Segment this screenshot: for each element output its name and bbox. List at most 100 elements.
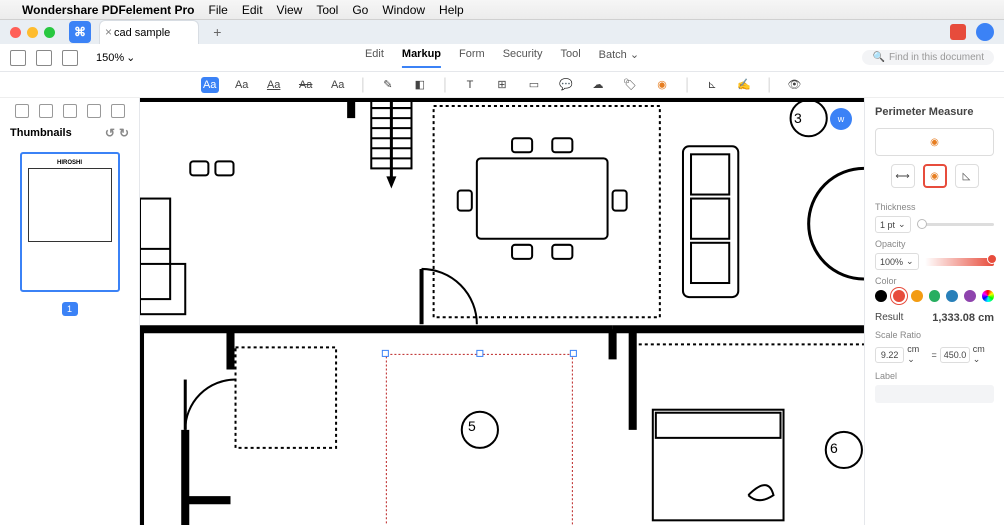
- thumbnail-page-number: 1: [62, 302, 78, 316]
- tag-tool-icon[interactable]: 🏷: [621, 77, 639, 93]
- zoom-value: 150%: [96, 52, 124, 64]
- node-label-3: 3: [794, 110, 802, 126]
- maximize-window[interactable]: [44, 27, 55, 38]
- text-tool-1[interactable]: Aa: [233, 77, 251, 93]
- scale-from-unit[interactable]: cm ⌄: [907, 344, 928, 365]
- document-canvas[interactable]: 3 5 6: [140, 98, 864, 525]
- properties-panel: Perimeter Measure ◉ ⟷ ◉ ◺ Thickness 1 pt…: [864, 98, 1004, 525]
- left-panel: Thumbnails ↺ ↻ HIROSHI 1: [0, 98, 140, 525]
- thickness-select[interactable]: 1 pt⌄: [875, 216, 911, 233]
- floorplan-drawing: [140, 98, 864, 525]
- scale-to-unit[interactable]: cm ⌄: [973, 344, 994, 365]
- text-tool-strikethrough[interactable]: Aa: [297, 77, 315, 93]
- toolbar: 150% ⌄ Edit Markup Form Security Tool Ba…: [0, 44, 1004, 72]
- titlebar: ⌘ × cad sample +: [0, 20, 1004, 44]
- cloud-tool-icon[interactable]: ☁: [589, 77, 607, 93]
- measure-tool-icon[interactable]: ◉: [653, 77, 671, 93]
- tab-title: cad sample: [114, 27, 170, 39]
- attachments-icon[interactable]: [111, 104, 125, 118]
- node-label-6: 6: [830, 440, 838, 456]
- opacity-select[interactable]: 100%⌄: [875, 253, 919, 270]
- distance-measure-tool[interactable]: ⟷: [891, 164, 915, 188]
- swatch-black[interactable]: [875, 290, 887, 302]
- app-logo-icon: ⌘: [69, 21, 91, 43]
- menu-help[interactable]: Help: [439, 3, 464, 17]
- view-list-icon[interactable]: [62, 50, 78, 66]
- mac-menubar: Wondershare PDFelement Pro File Edit Vie…: [0, 0, 1004, 20]
- rotate-left-icon[interactable]: ↺: [105, 126, 115, 140]
- tab-security[interactable]: Security: [503, 48, 543, 68]
- textbox-tool-icon[interactable]: T: [461, 77, 479, 93]
- stamp-tool-icon[interactable]: ⊾: [703, 77, 721, 93]
- swatch-orange[interactable]: [911, 290, 923, 302]
- scale-ratio-label: Scale Ratio: [875, 330, 994, 340]
- search-input[interactable]: 🔍 Find in this document: [862, 50, 994, 65]
- color-swatches: [875, 290, 994, 302]
- color-label: Color: [875, 276, 994, 286]
- callout-tool-icon[interactable]: ⊞: [493, 77, 511, 93]
- account-avatar[interactable]: [976, 23, 994, 41]
- area-measure-tool[interactable]: ◺: [955, 164, 979, 188]
- pencil-tool-icon[interactable]: ✎: [379, 77, 397, 93]
- eye-tool-icon[interactable]: 👁: [785, 77, 803, 93]
- text-tool-underline[interactable]: Aa: [265, 77, 283, 93]
- tab-form[interactable]: Form: [459, 48, 485, 68]
- search-placeholder: Find in this document: [889, 52, 984, 63]
- swatch-purple[interactable]: [964, 290, 976, 302]
- new-tab-button[interactable]: +: [207, 24, 227, 40]
- document-tab[interactable]: × cad sample: [99, 20, 199, 44]
- note-tool-icon[interactable]: ▭: [525, 77, 543, 93]
- menu-tool[interactable]: Tool: [316, 3, 338, 17]
- layers-icon[interactable]: [87, 104, 101, 118]
- bookmarks-icon[interactable]: [39, 104, 53, 118]
- tab-markup[interactable]: Markup: [402, 48, 441, 68]
- scale-from-input[interactable]: 9.22: [875, 347, 904, 363]
- thumbnails-icon[interactable]: [15, 104, 29, 118]
- scale-to-input[interactable]: 450.0: [940, 347, 970, 363]
- tab-edit[interactable]: Edit: [365, 48, 384, 68]
- opacity-slider[interactable]: [925, 258, 994, 266]
- text-tool-caret[interactable]: Aa: [329, 77, 347, 93]
- scale-equals: =: [931, 350, 936, 360]
- color-picker-icon[interactable]: [982, 290, 994, 302]
- close-tab-icon[interactable]: ×: [102, 25, 115, 39]
- minimize-window[interactable]: [27, 27, 38, 38]
- sidebar-toggle-icon[interactable]: [10, 50, 26, 66]
- swatch-green[interactable]: [929, 290, 941, 302]
- tab-batch[interactable]: Batch ⌄: [599, 48, 639, 68]
- wondershare-badge-icon[interactable]: w: [830, 108, 852, 130]
- thumbnails-title: Thumbnails: [10, 127, 72, 139]
- outline-icon[interactable]: [63, 104, 77, 118]
- window-controls: [10, 27, 55, 38]
- highlight-text-tool[interactable]: Aa: [201, 77, 219, 93]
- tab-tool[interactable]: Tool: [560, 48, 580, 68]
- menu-file[interactable]: File: [209, 3, 228, 17]
- swatch-red[interactable]: [893, 290, 905, 302]
- rotate-right-icon[interactable]: ↻: [119, 126, 129, 140]
- close-window[interactable]: [10, 27, 21, 38]
- app-name[interactable]: Wondershare PDFelement Pro: [22, 3, 195, 17]
- store-icon[interactable]: [950, 24, 966, 40]
- thickness-slider[interactable]: [917, 223, 994, 226]
- result-label: Result: [875, 312, 903, 324]
- label-input[interactable]: [875, 385, 994, 403]
- chevron-down-icon: ⌄: [126, 51, 135, 64]
- menu-edit[interactable]: Edit: [242, 3, 263, 17]
- menu-window[interactable]: Window: [382, 3, 425, 17]
- zoom-level[interactable]: 150% ⌄: [96, 51, 135, 64]
- eraser-tool-icon[interactable]: ◧: [411, 77, 429, 93]
- menu-view[interactable]: View: [277, 3, 303, 17]
- thickness-label: Thickness: [875, 202, 994, 212]
- markup-tool-row: Aa Aa Aa Aa Aa | ✎ ◧ | T ⊞ ▭ 💬 ☁ 🏷 ◉ | ⊾…: [0, 72, 1004, 98]
- panel-title: Perimeter Measure: [875, 106, 994, 118]
- swatch-blue[interactable]: [946, 290, 958, 302]
- perimeter-measure-tool[interactable]: ◉: [923, 164, 947, 188]
- node-label-5: 5: [468, 418, 476, 434]
- label-label: Label: [875, 371, 994, 381]
- measure-preview: ◉: [875, 128, 994, 156]
- menu-go[interactable]: Go: [352, 3, 368, 17]
- signature-tool-icon[interactable]: ✍: [735, 77, 753, 93]
- thumbnail-page-1[interactable]: HIROSHI: [20, 152, 120, 292]
- view-grid-icon[interactable]: [36, 50, 52, 66]
- comment-tool-icon[interactable]: 💬: [557, 77, 575, 93]
